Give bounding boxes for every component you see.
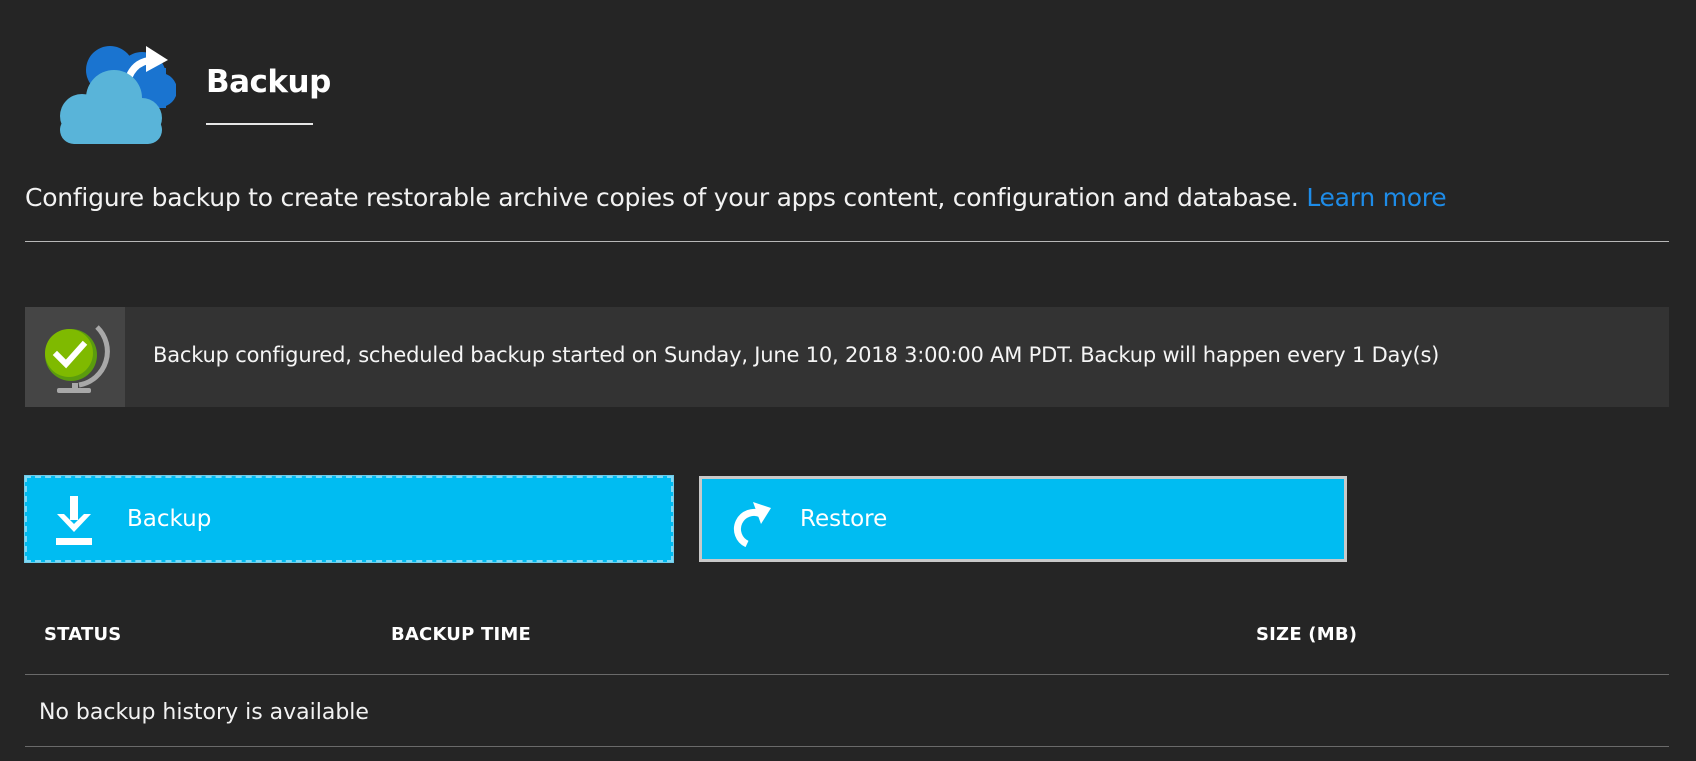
status-banner: Backup configured, scheduled backup star… bbox=[25, 307, 1669, 407]
divider bbox=[25, 241, 1669, 242]
table-footer-divider bbox=[25, 746, 1669, 747]
backup-button-label: Backup bbox=[127, 506, 212, 532]
description: Configure backup to create restorable ar… bbox=[25, 183, 1447, 212]
page-title: Backup bbox=[206, 64, 331, 100]
column-header-status: STATUS bbox=[44, 624, 122, 645]
column-header-size: SIZE (MB) bbox=[1256, 624, 1358, 645]
restore-button[interactable]: Restore bbox=[699, 476, 1347, 562]
restore-button-label: Restore bbox=[800, 506, 888, 532]
cloud-backup-icon bbox=[52, 38, 177, 144]
description-text: Configure backup to create restorable ar… bbox=[25, 183, 1299, 212]
restore-arrow-icon bbox=[725, 492, 775, 552]
table-header-divider bbox=[25, 674, 1669, 675]
backup-button[interactable]: Backup bbox=[24, 475, 674, 563]
download-icon bbox=[51, 492, 101, 552]
status-message: Backup configured, scheduled backup star… bbox=[153, 343, 1440, 367]
backup-page: Backup Configure backup to create restor… bbox=[0, 0, 1696, 761]
column-header-backup-time: BACKUP TIME bbox=[391, 624, 531, 645]
learn-more-link[interactable]: Learn more bbox=[1306, 183, 1446, 212]
title-underline bbox=[206, 123, 313, 125]
empty-history-message: No backup history is available bbox=[39, 700, 369, 725]
globe-check-icon bbox=[25, 307, 125, 407]
